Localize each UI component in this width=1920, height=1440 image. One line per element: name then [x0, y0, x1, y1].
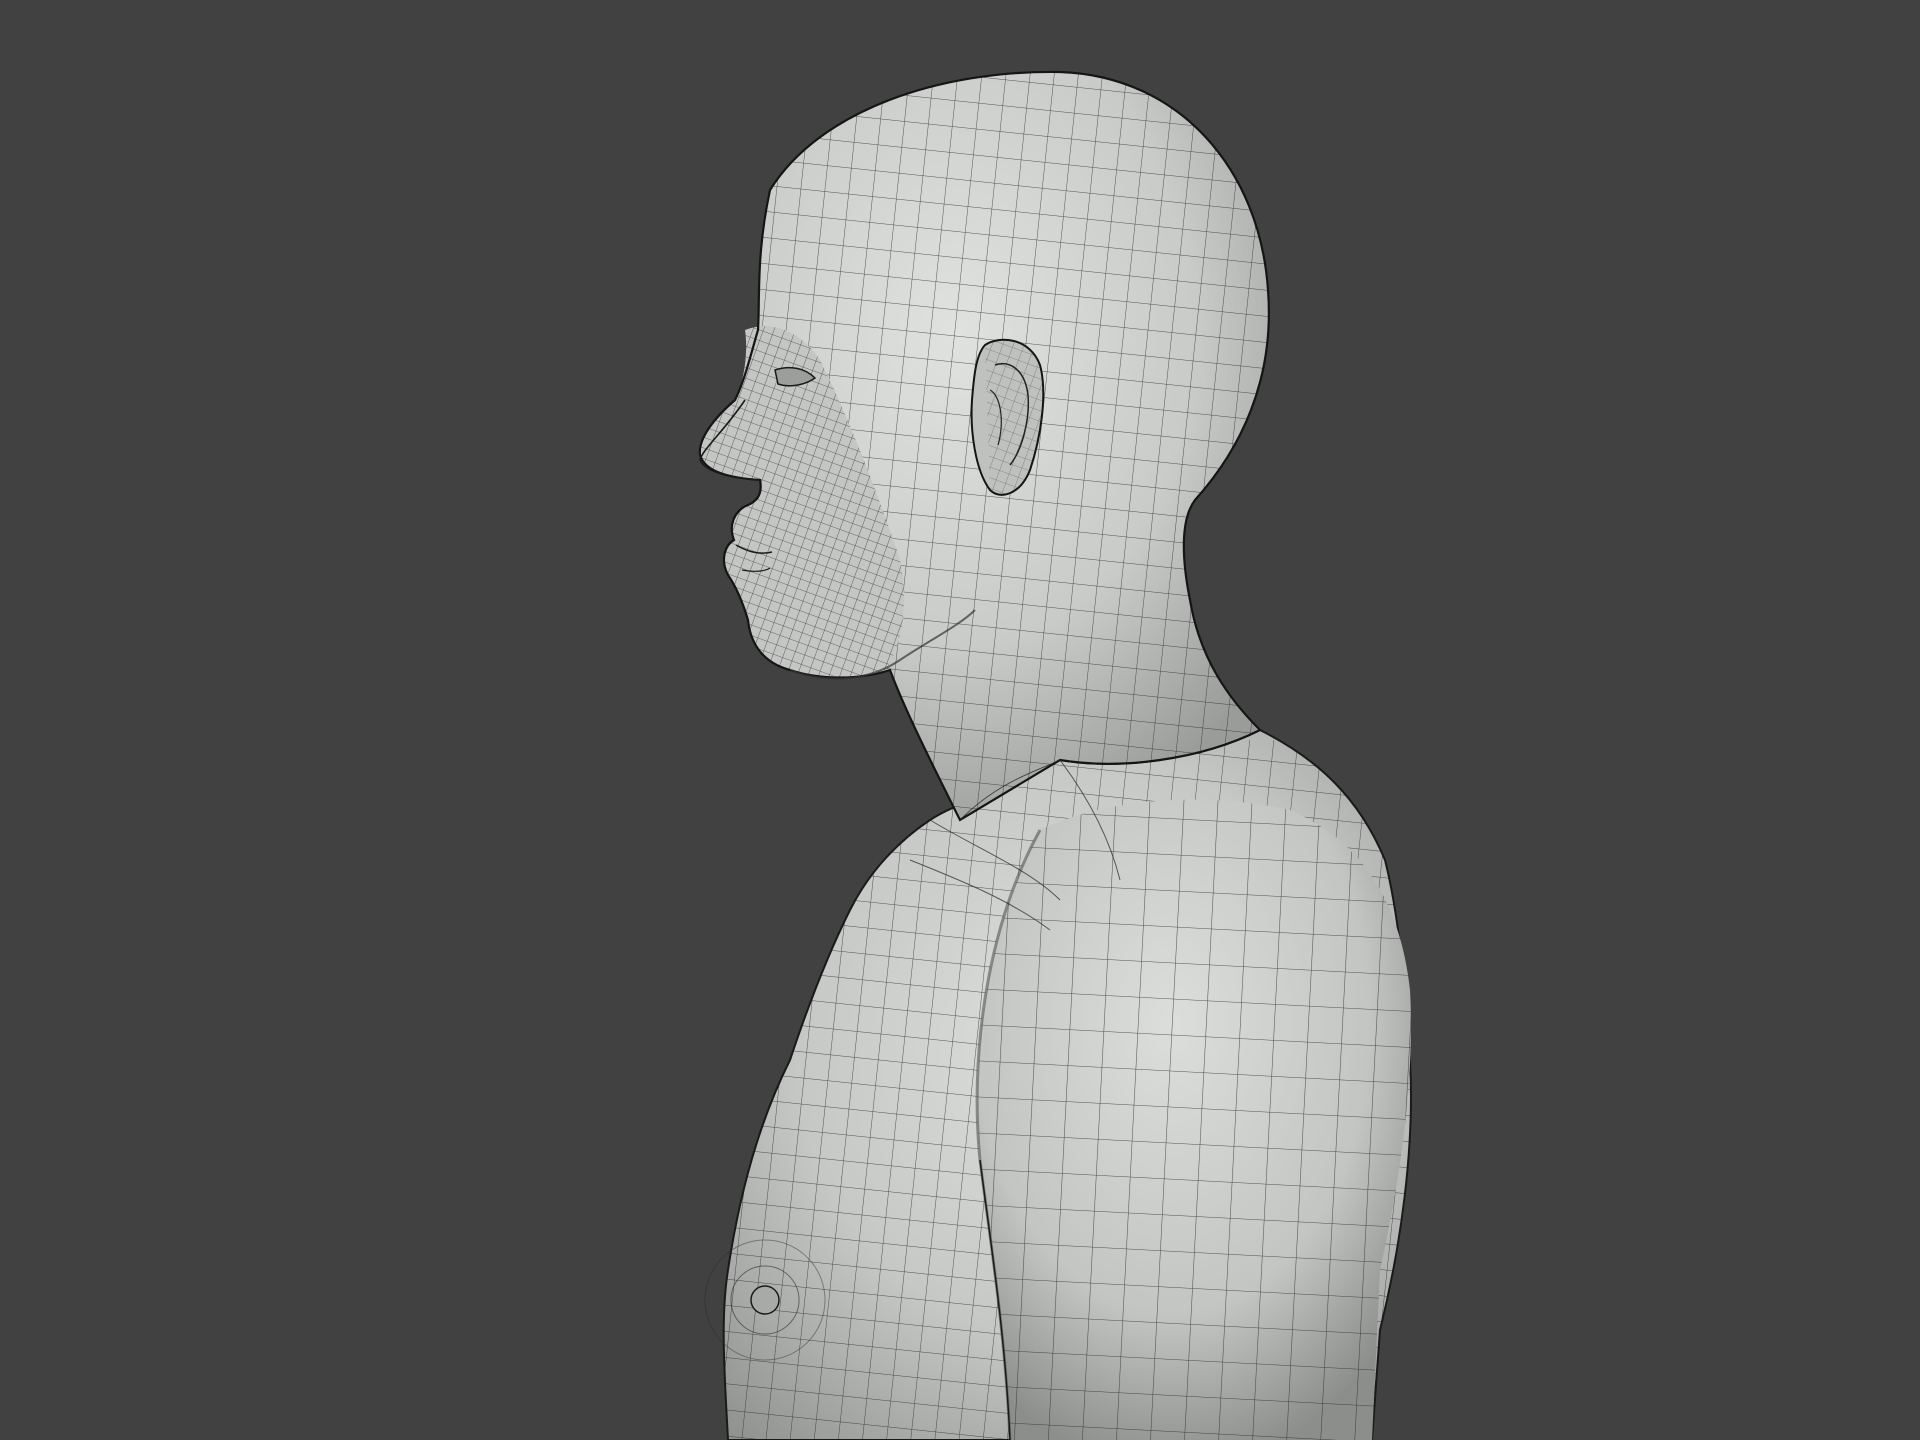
shoulder-mesh — [975, 799, 1411, 1440]
3d-viewport[interactable] — [0, 0, 1920, 1440]
wireframe-bust-render — [698, 70, 1412, 1440]
